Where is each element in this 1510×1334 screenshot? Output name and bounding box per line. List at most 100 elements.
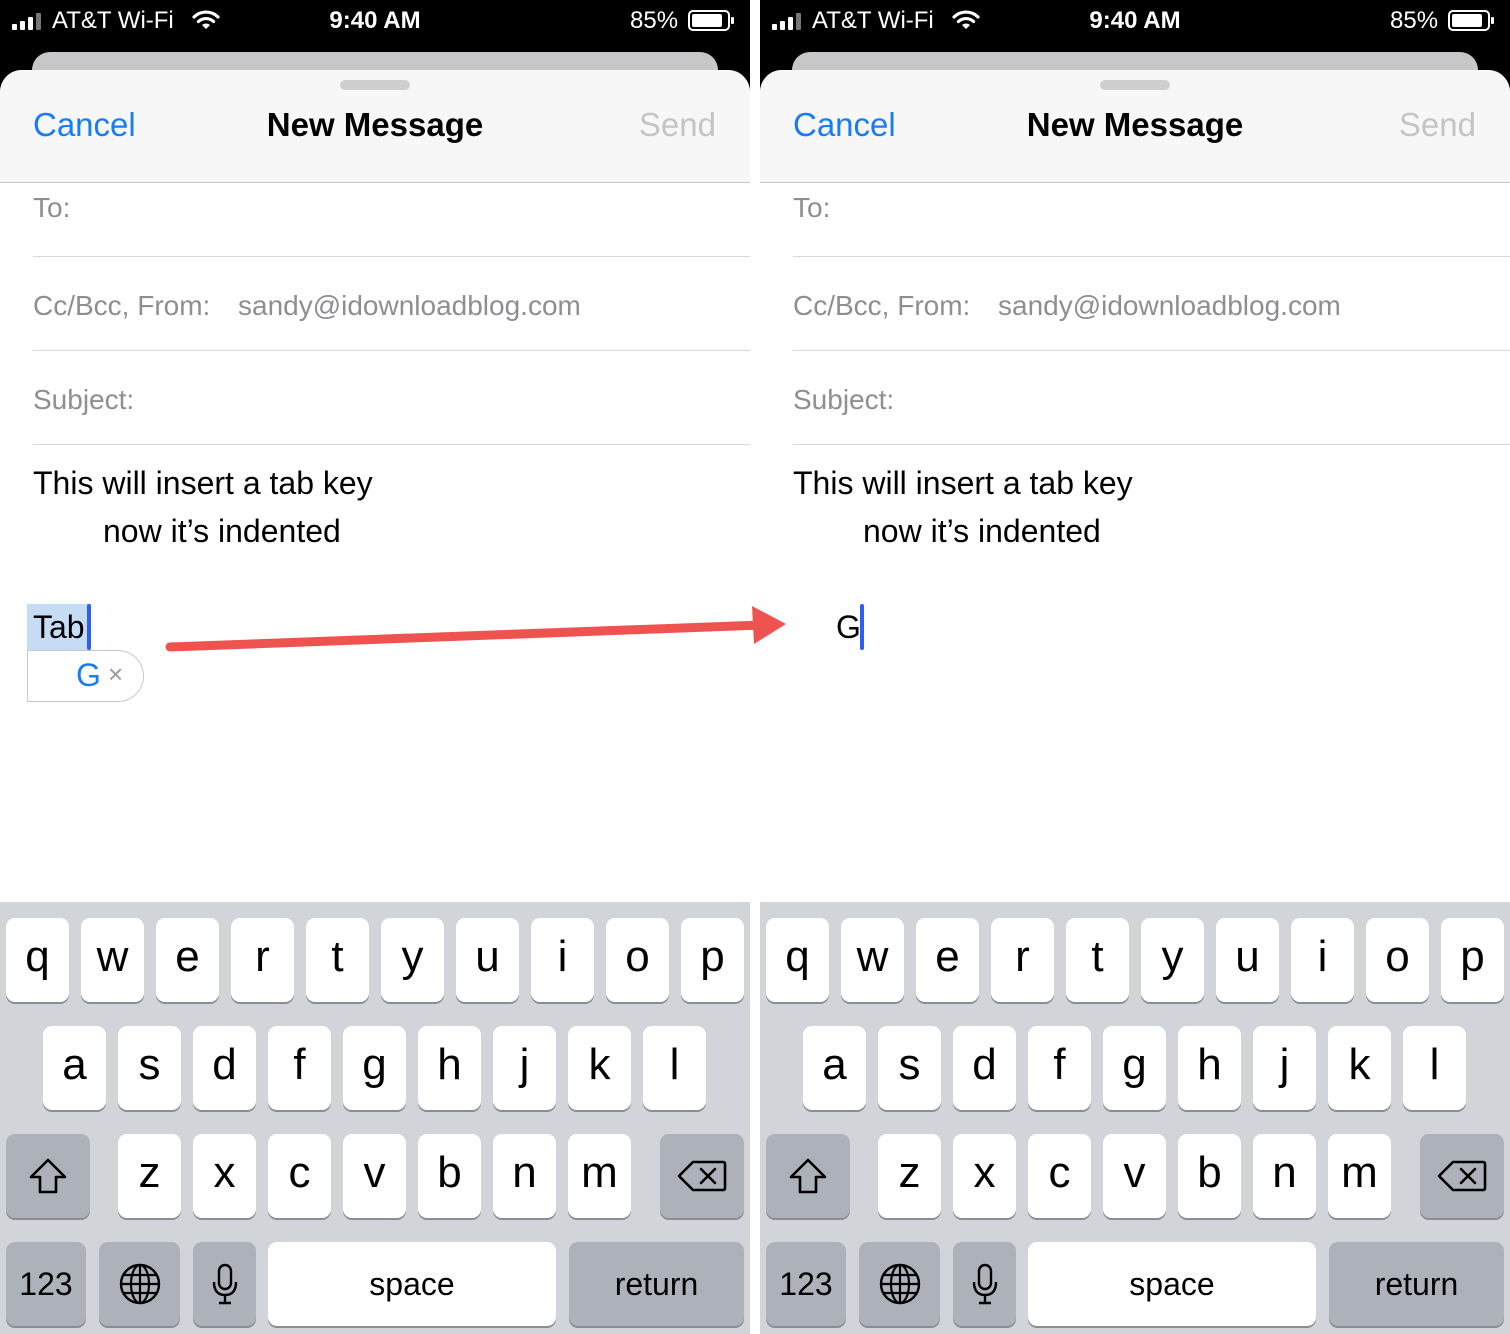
body-text-line-1[interactable]: This will insert a tab key: [33, 465, 373, 502]
key-l[interactable]: l: [1403, 1026, 1466, 1110]
shift-key[interactable]: [6, 1134, 90, 1218]
key-e[interactable]: e: [916, 918, 979, 1002]
subject-label: Subject:: [33, 384, 135, 415]
microphone-key[interactable]: [953, 1242, 1016, 1326]
key-o[interactable]: o: [606, 918, 669, 1002]
key-n[interactable]: n: [1253, 1134, 1316, 1218]
key-q[interactable]: q: [766, 918, 829, 1002]
key-b[interactable]: b: [418, 1134, 481, 1218]
cc-bcc-from-field[interactable]: Cc/Bcc, From: sandy@idownloadblog.com: [793, 257, 1510, 351]
autocorrect-suggestion[interactable]: G ×: [27, 650, 144, 702]
space-key[interactable]: space: [268, 1242, 556, 1326]
key-a[interactable]: a: [43, 1026, 106, 1110]
key-s[interactable]: s: [878, 1026, 941, 1110]
key-w[interactable]: w: [841, 918, 904, 1002]
to-field[interactable]: To:: [793, 182, 1510, 257]
panel-divider: [750, 0, 760, 1334]
key-z[interactable]: z: [878, 1134, 941, 1218]
key-d[interactable]: d: [193, 1026, 256, 1110]
dismiss-suggestion-icon[interactable]: ×: [108, 659, 123, 690]
key-q[interactable]: q: [6, 918, 69, 1002]
globe-key[interactable]: [99, 1242, 180, 1326]
key-x[interactable]: x: [953, 1134, 1016, 1218]
key-z[interactable]: z: [118, 1134, 181, 1218]
key-j[interactable]: j: [1253, 1026, 1316, 1110]
globe-key[interactable]: [859, 1242, 940, 1326]
key-n[interactable]: n: [493, 1134, 556, 1218]
numbers-key[interactable]: 123: [766, 1242, 846, 1326]
key-y[interactable]: y: [1141, 918, 1204, 1002]
compose-title: New Message: [266, 106, 484, 143]
subject-label: Subject:: [793, 384, 895, 415]
compose-title: New Message: [1026, 106, 1244, 143]
delete-key[interactable]: [660, 1134, 744, 1218]
key-p[interactable]: p: [681, 918, 744, 1002]
status-bar: AT&T Wi-Fi 9:40 AM 85%: [0, 0, 750, 42]
return-key[interactable]: return: [569, 1242, 744, 1326]
space-key[interactable]: space: [1028, 1242, 1316, 1326]
send-button[interactable]: Send: [639, 106, 716, 144]
key-c[interactable]: c: [1028, 1134, 1091, 1218]
key-c[interactable]: c: [268, 1134, 331, 1218]
key-g[interactable]: g: [1103, 1026, 1166, 1110]
shift-key[interactable]: [766, 1134, 850, 1218]
body-text-line-1[interactable]: This will insert a tab key: [793, 465, 1133, 502]
return-key[interactable]: return: [1329, 1242, 1504, 1326]
cc-bcc-from-label: Cc/Bcc, From:: [793, 290, 971, 321]
suggestion-text[interactable]: G: [76, 657, 101, 694]
key-s[interactable]: s: [118, 1026, 181, 1110]
subject-field[interactable]: Subject:: [793, 351, 1510, 445]
sheet-grabber[interactable]: [340, 80, 410, 90]
key-a[interactable]: a: [803, 1026, 866, 1110]
key-h[interactable]: h: [1178, 1026, 1241, 1110]
key-k[interactable]: k: [1328, 1026, 1391, 1110]
key-f[interactable]: f: [268, 1026, 331, 1110]
key-p[interactable]: p: [1441, 918, 1504, 1002]
key-u[interactable]: u: [1216, 918, 1279, 1002]
key-o[interactable]: o: [1366, 918, 1429, 1002]
key-f[interactable]: f: [1028, 1026, 1091, 1110]
key-h[interactable]: h: [418, 1026, 481, 1110]
key-w[interactable]: w: [81, 918, 144, 1002]
key-x[interactable]: x: [193, 1134, 256, 1218]
compose-nav-bar: Cancel New Message Send: [760, 70, 1510, 183]
subject-field[interactable]: Subject:: [33, 351, 750, 445]
to-label: To:: [793, 192, 831, 223]
key-r[interactable]: r: [991, 918, 1054, 1002]
key-i[interactable]: i: [531, 918, 594, 1002]
numbers-key[interactable]: 123: [6, 1242, 86, 1326]
send-button[interactable]: Send: [1399, 106, 1476, 144]
body-text-line-2[interactable]: now it’s indented: [863, 513, 1101, 550]
body-text-line-2[interactable]: now it’s indented: [103, 513, 341, 550]
key-k[interactable]: k: [568, 1026, 631, 1110]
key-r[interactable]: r: [231, 918, 294, 1002]
key-v[interactable]: v: [343, 1134, 406, 1218]
key-i[interactable]: i: [1291, 918, 1354, 1002]
key-m[interactable]: m: [1328, 1134, 1391, 1218]
status-bar: AT&T Wi-Fi 9:40 AM 85%: [760, 0, 1510, 42]
key-t[interactable]: t: [306, 918, 369, 1002]
key-t[interactable]: t: [1066, 918, 1129, 1002]
typed-text[interactable]: G: [836, 604, 861, 650]
from-address: sandy@idownloadblog.com: [998, 290, 1341, 321]
key-d[interactable]: d: [953, 1026, 1016, 1110]
compose-nav-bar: Cancel New Message Send: [0, 70, 750, 183]
key-v[interactable]: v: [1103, 1134, 1166, 1218]
key-u[interactable]: u: [456, 918, 519, 1002]
key-e[interactable]: e: [156, 918, 219, 1002]
key-l[interactable]: l: [643, 1026, 706, 1110]
to-label: To:: [33, 192, 71, 223]
battery-icon: [1448, 10, 1494, 31]
delete-key[interactable]: [1420, 1134, 1504, 1218]
key-j[interactable]: j: [493, 1026, 556, 1110]
battery-icon: [688, 10, 734, 31]
cc-bcc-from-field[interactable]: Cc/Bcc, From: sandy@idownloadblog.com: [33, 257, 750, 351]
sheet-grabber[interactable]: [1100, 80, 1170, 90]
key-g[interactable]: g: [343, 1026, 406, 1110]
selected-typed-text[interactable]: Tab: [27, 604, 91, 650]
microphone-key[interactable]: [193, 1242, 256, 1326]
key-y[interactable]: y: [381, 918, 444, 1002]
to-field[interactable]: To:: [33, 182, 750, 257]
key-m[interactable]: m: [568, 1134, 631, 1218]
key-b[interactable]: b: [1178, 1134, 1241, 1218]
